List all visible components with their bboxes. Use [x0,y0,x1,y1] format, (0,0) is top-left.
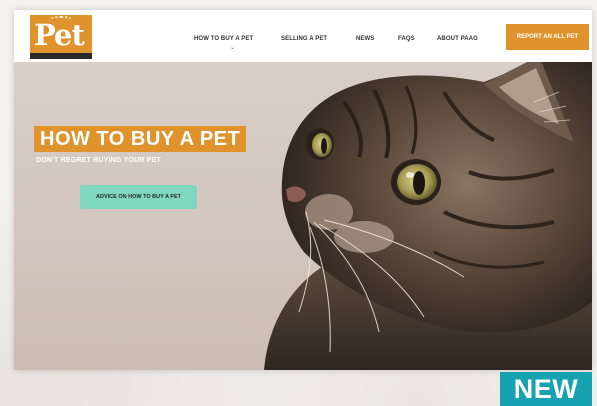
nav-item-selling[interactable]: SELLING A PET [281,36,327,42]
hero-section: HOW TO BUY A PET DON'T REGRET BUYING YOU… [14,62,592,370]
nav-item-how-to-buy[interactable]: HOW TO BUY A PET [194,36,253,42]
nav-item-about[interactable]: ABOUT PAAG [437,36,478,42]
site-header: Pet HOW TO BUY A PET SELLING A PET NEWS … [14,10,592,62]
chevron-down-icon: ⌄ [230,45,236,51]
hero-title: HOW TO BUY A PET [40,128,241,150]
new-badge: NEW [500,372,592,406]
report-pet-button[interactable]: REPORT AN ALL PET [506,24,589,50]
nav-item-faqs[interactable]: FAQS [398,36,415,42]
hero-subtitle: DON'T REGRET BUYING YOUR PET [36,157,161,164]
nav-item-news[interactable]: NEWS [356,36,374,42]
logo-underline [30,53,92,59]
website-screenshot: Pet HOW TO BUY A PET SELLING A PET NEWS … [14,10,592,370]
cat-photo [264,62,592,370]
hero-title-box: HOW TO BUY A PET [34,126,247,152]
site-logo[interactable]: Pet [30,15,92,59]
logo-text: Pet [34,18,85,52]
advice-button[interactable]: ADVICE ON HOW TO BUY A PET [80,185,197,209]
